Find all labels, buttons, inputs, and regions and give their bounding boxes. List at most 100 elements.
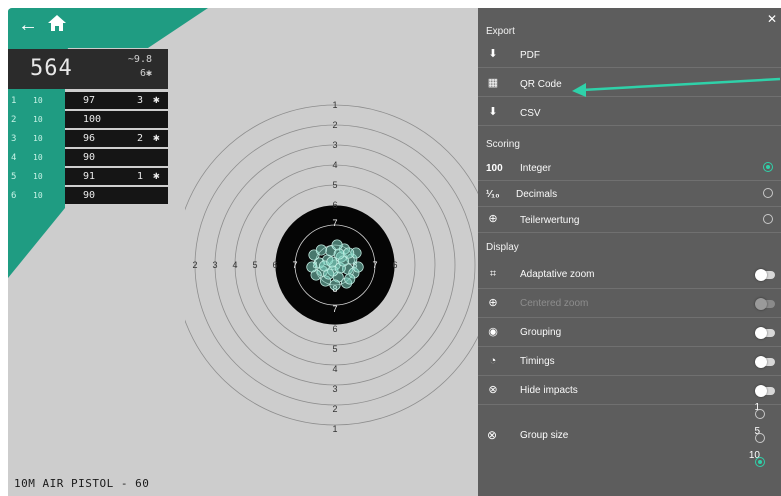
display-option-label: Adaptative zoom	[520, 269, 595, 280]
export-section-title: Export	[486, 26, 515, 37]
group-size-radio[interactable]	[755, 457, 765, 468]
series-score: 100	[83, 114, 102, 125]
ring-label-bottom: 5	[332, 344, 337, 354]
annotation-arrow	[572, 77, 781, 97]
series-inner-tens: 3	[137, 95, 144, 106]
series-row[interactable]: 1 10 97 3 ✱	[8, 92, 168, 110]
shot-impact[interactable]	[343, 247, 355, 259]
series-row[interactable]: 4 10 90	[8, 149, 168, 167]
scoring-radio[interactable]	[763, 188, 773, 198]
series-inner-tens: 2	[137, 133, 144, 144]
group-size-option[interactable]: 10	[749, 450, 773, 468]
series-score: 90	[83, 190, 96, 201]
display-option-label: Centered zoom	[520, 298, 589, 309]
ring-label-bottom: 4	[332, 364, 337, 374]
display-option-timings[interactable]: ◔ Timings	[478, 347, 781, 376]
shot-impact[interactable]	[306, 261, 318, 273]
shot-impact[interactable]	[329, 279, 341, 291]
home-icon[interactable]	[48, 14, 66, 36]
series-score: 96	[83, 133, 96, 144]
average-value: ~9.8	[127, 54, 152, 65]
series-score-cell: 100	[65, 111, 168, 129]
ring-label-right: 6	[392, 260, 397, 270]
scoring-option-label: Teilerwertung	[520, 215, 580, 226]
series-score-cell: 91 1 ✱	[65, 168, 168, 186]
scoring-option-decimals[interactable]: ¹⁄₁₀ Decimals	[478, 181, 781, 207]
top-navigation: ←	[18, 14, 66, 36]
scoring-option-integer[interactable]: 100 Integer	[478, 155, 781, 181]
back-arrow-icon[interactable]: ←	[18, 14, 38, 36]
shot-impact[interactable]	[352, 261, 364, 273]
series-number: 1	[11, 96, 17, 106]
scoring-option-teilerwertung[interactable]: ⊕ Teilerwertung	[478, 207, 781, 233]
group-size-radio[interactable]	[755, 433, 765, 444]
series-number: 3	[11, 134, 17, 144]
ring-label-bottom: 6	[332, 324, 337, 334]
ring-label-top: 1	[332, 100, 337, 110]
series-shot-count: 10	[33, 134, 43, 143]
crosshair-icon: ⊕	[488, 297, 498, 309]
shot-impact[interactable]	[315, 244, 327, 256]
series-shot-count: 10	[33, 191, 43, 200]
scoring-option-label: Integer	[520, 163, 552, 174]
ring-label-bottom: 7	[332, 304, 337, 314]
shot-impact[interactable]	[344, 273, 356, 285]
series-score-cell: 97 3 ✱	[65, 92, 168, 110]
series-row[interactable]: 3 10 96 2 ✱	[8, 130, 168, 148]
shot-impact[interactable]	[326, 256, 338, 268]
ring-label-left: 5	[252, 260, 257, 270]
score-average: ~9.8 6✱	[128, 53, 152, 81]
inner-ten-marker: ✱	[153, 169, 160, 182]
ring-label-left: 7	[292, 260, 297, 270]
inner-ten-marker: ✱	[153, 93, 160, 106]
display-option-grouping[interactable]: ◉ Grouping	[478, 318, 781, 347]
series-number: 5	[11, 172, 17, 182]
display-toggle[interactable]	[755, 327, 775, 339]
series-score: 97	[83, 95, 96, 106]
app-stage: ← 564 ~9.8 6✱ 1 10 97 3 ✱ 2 10 100 3 10 96 2 ✱ 4 10 90 5…	[8, 8, 781, 496]
series-row[interactable]: 5 10 91 1 ✱	[8, 168, 168, 186]
series-number: 2	[11, 115, 17, 125]
group-size-label: Group size	[520, 430, 569, 441]
series-shot-count: 10	[33, 96, 43, 105]
scoring-radio[interactable]	[763, 162, 773, 172]
scoring-prefix: ¹⁄₁₀	[486, 189, 500, 200]
crop-icon: ⌗	[489, 268, 497, 280]
group-size-row: ⊗ Group size 1 5 10	[478, 400, 781, 472]
hide-icon: ⊗	[488, 384, 498, 396]
clock-icon: ◔	[489, 355, 497, 367]
ring-label-top: 2	[332, 120, 337, 130]
display-option-adaptative-zoom[interactable]: ⌗ Adaptative zoom	[478, 260, 781, 289]
total-score: 564	[30, 56, 73, 81]
display-toggle[interactable]	[755, 269, 775, 281]
series-row[interactable]: 6 10 90	[8, 187, 168, 205]
scoring-prefix: 100	[486, 163, 503, 174]
series-row[interactable]: 2 10 100	[8, 111, 168, 129]
display-toggle[interactable]	[755, 385, 775, 397]
ring-label-top: 3	[332, 140, 337, 150]
group-size-option[interactable]: 5	[754, 426, 773, 444]
series-inner-tens: 1	[137, 171, 144, 182]
pdf-icon: ⬇	[488, 48, 498, 60]
group-size-option[interactable]: 1	[754, 402, 773, 420]
display-toggle[interactable]	[755, 298, 775, 310]
scoring-section-title: Scoring	[486, 139, 520, 150]
shot-impact[interactable]	[331, 239, 343, 251]
eye-icon: ◉	[488, 326, 498, 338]
display-option-centered-zoom[interactable]: ⊕ Centered zoom	[478, 289, 781, 318]
series-score: 90	[83, 152, 96, 163]
series-shot-count: 10	[33, 115, 43, 124]
scoring-radio[interactable]	[763, 214, 773, 224]
plus-circle-icon: ⊕	[488, 213, 498, 225]
ring-label-bottom: 2	[332, 404, 337, 414]
series-score: 91	[83, 171, 96, 182]
export-pdf[interactable]: ⬇ PDF	[478, 42, 781, 68]
series-number: 4	[11, 153, 17, 163]
group-size-radio[interactable]	[755, 409, 765, 420]
display-toggle[interactable]	[755, 356, 775, 368]
close-icon[interactable]: ✕	[767, 12, 777, 26]
series-score-cell: 96 2 ✱	[65, 130, 168, 148]
shot-impact[interactable]	[333, 248, 345, 260]
series-score-cell: 90	[65, 187, 168, 205]
group-size-icon: ⊗	[487, 428, 498, 442]
